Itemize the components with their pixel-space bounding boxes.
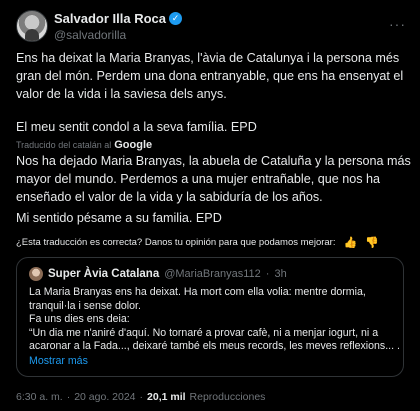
feedback-buttons: 👍 👎 xyxy=(343,236,378,249)
quoted-tweet[interactable]: Super Àvia Catalana @MariaBranyas112 · 3… xyxy=(16,257,404,377)
separator-dot: · xyxy=(66,391,71,403)
translated-by-label: Traducido del catalán al xyxy=(16,140,112,150)
thumbs-down-icon[interactable]: 👎 xyxy=(365,236,379,249)
tweet-date[interactable]: 20 ago. 2024 xyxy=(74,391,135,403)
more-dots-icon[interactable]: ··· xyxy=(389,16,406,32)
quoted-author-handle: @MariaBranyas112 xyxy=(164,268,261,280)
author-name[interactable]: Salvador Illa Roca xyxy=(54,11,166,26)
quoted-author-name: Super Àvia Catalana xyxy=(48,268,160,280)
quoted-text: La Maria Branyas ens ha deixat. Ha mort … xyxy=(29,286,399,354)
quoted-avatar xyxy=(29,267,43,281)
feedback-question: ¿Esta traducción es correcta? Danos tu o… xyxy=(16,237,336,248)
tweet-time[interactable]: 6:30 a. m. xyxy=(16,391,63,403)
translated-paragraph: Nos ha dejado Maria Branyas, la abuela d… xyxy=(16,154,411,204)
author-avatar[interactable] xyxy=(16,10,48,42)
tweet-text-original: Ens ha deixat la Maria Branyas, l'àvia d… xyxy=(16,49,411,103)
quoted-header: Super Àvia Catalana @MariaBranyas112 · 3… xyxy=(29,266,391,282)
separator-dot: · xyxy=(265,268,270,280)
quoted-line: acaronar a la Fada..., deixaré també els… xyxy=(29,340,399,352)
google-logo: Google xyxy=(114,139,153,151)
quoted-time: 3h xyxy=(274,268,287,280)
tweet-text-translated: Nos ha dejado Maria Branyas, la abuela d… xyxy=(16,152,411,206)
quoted-line: tranquil·la i sense dolor. xyxy=(29,299,141,312)
translated-paragraph: Mi sentido pésame a su familia. EPD xyxy=(16,211,222,225)
views-count: 20,1 mil xyxy=(147,391,186,403)
tweet-meta: 6:30 a. m. · 20 ago. 2024 · 20,1 mil Rep… xyxy=(16,391,265,403)
thumbs-up-icon[interactable]: 👍 xyxy=(343,236,357,249)
views-label: Reproducciones xyxy=(189,391,266,403)
tweet-text-translated-2: Mi sentido pésame a su familia. EPD xyxy=(16,209,411,227)
tweet-paragraph: Ens ha deixat la Maria Branyas, l'àvia d… xyxy=(16,51,404,101)
translation-feedback: ¿Esta traducción es correcta? Danos tu o… xyxy=(16,236,406,249)
quoted-line: “Un dia me n'aniré d'aquí. No tornaré a … xyxy=(29,326,379,339)
tweet-paragraph: El meu sentit condol a la seva família. … xyxy=(16,120,257,134)
author-name-row: Salvador Illa Roca ✓ xyxy=(54,11,182,26)
quoted-line: Fa uns dies ens deia: xyxy=(29,313,130,325)
translation-attribution: Traducido del catalán al Google xyxy=(16,139,152,151)
show-more-link[interactable]: Mostrar más xyxy=(29,355,391,367)
separator-dot: · xyxy=(139,391,144,403)
tweet-card: Salvador Illa Roca ✓ @salvadorilla ··· E… xyxy=(0,0,420,411)
tweet-text-original-2: El meu sentit condol a la seva família. … xyxy=(16,118,411,136)
author-handle[interactable]: @salvadorilla xyxy=(54,28,126,42)
verified-badge-icon: ✓ xyxy=(169,12,182,25)
quoted-line: La Maria Branyas ens ha deixat. Ha mort … xyxy=(29,286,366,298)
tweet-header: Salvador Illa Roca ✓ @salvadorilla ··· xyxy=(16,10,406,46)
